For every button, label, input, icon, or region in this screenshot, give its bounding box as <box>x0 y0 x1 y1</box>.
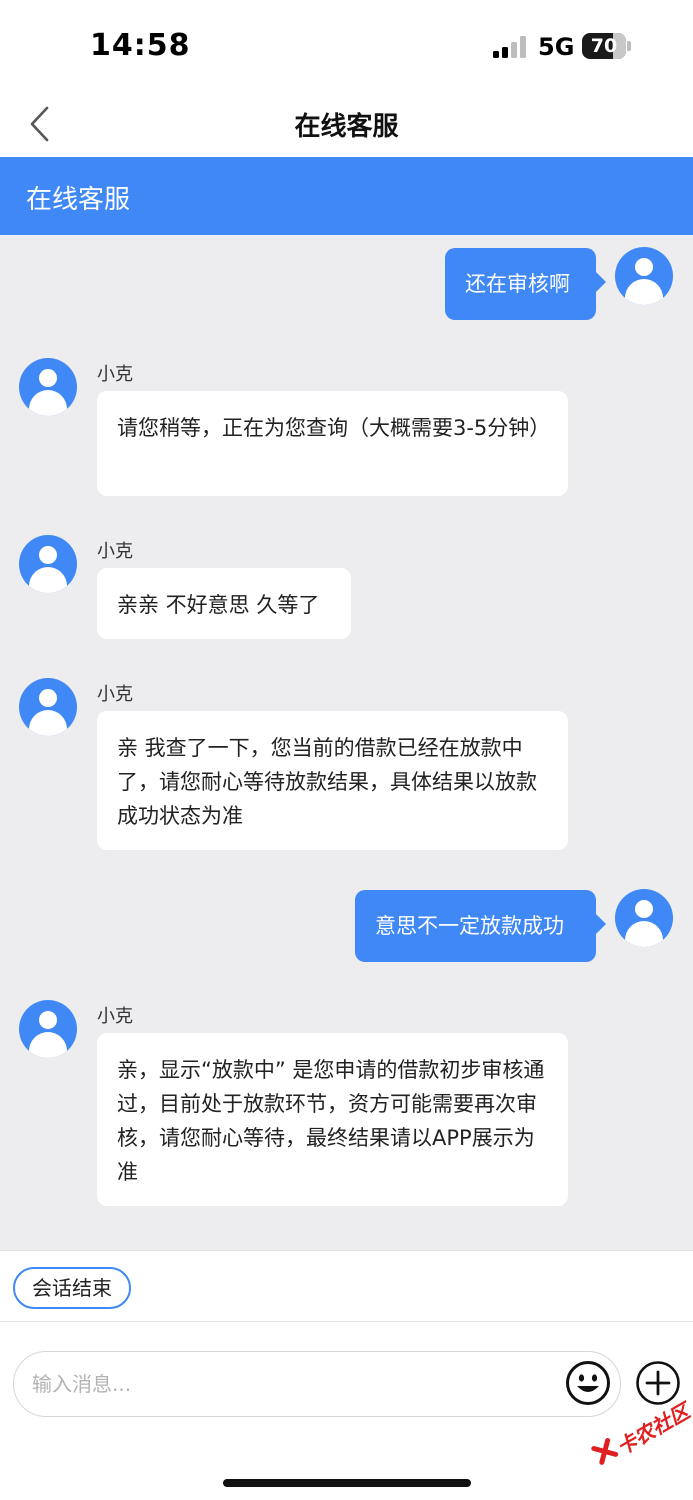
nav-bar: 在线客服 <box>0 92 693 157</box>
sender-name: 小克 <box>97 684 133 705</box>
sender-name: 小克 <box>97 541 133 562</box>
outgoing-message: 意思不一定放款成功 <box>355 890 606 962</box>
agent-avatar <box>19 1000 77 1058</box>
battery-cap <box>627 41 631 51</box>
chat-area: 还在审核啊 小克 请您稍等，正在为您查询（大概需要3-5分钟） 小克 亲亲 不好… <box>0 235 693 1250</box>
chat-header: 在线客服 <box>0 157 693 235</box>
outgoing-message: 还在审核啊 <box>445 248 606 320</box>
emoji-icon[interactable] <box>565 1360 611 1406</box>
user-avatar <box>615 247 673 305</box>
battery-percent: 70 <box>590 35 618 57</box>
message-text: 请您稍等，正在为您查询（大概需要3-5分钟） <box>117 416 551 440</box>
agent-avatar <box>19 535 77 593</box>
user-avatar <box>615 889 673 947</box>
message-input[interactable] <box>13 1351 621 1417</box>
agent-avatar <box>19 678 77 736</box>
message-text: 亲 我查了一下，您当前的借款已经在放款中了，请您耐心等待放款结果，具体结果以放款… <box>117 736 537 828</box>
cellular-signal-icon <box>493 36 526 58</box>
message-text: 意思不一定放款成功 <box>375 914 564 938</box>
incoming-message: 亲亲 不好意思 久等了 <box>97 568 351 639</box>
chat-header-title: 在线客服 <box>26 185 131 215</box>
message-text: 亲亲 不好意思 久等了 <box>117 593 320 617</box>
sender-name: 小克 <box>97 364 133 385</box>
incoming-message: 亲，显示“放款中” 是您申请的借款初步审核通过，目前处于放款环节，资方可能需要再… <box>97 1033 568 1206</box>
sender-name: 小克 <box>97 1006 133 1027</box>
incoming-message: 亲 我查了一下，您当前的借款已经在放款中了，请您耐心等待放款结果，具体结果以放款… <box>97 711 568 850</box>
quick-action-bar: 会话结束 <box>0 1250 693 1322</box>
end-session-button[interactable]: 会话结束 <box>13 1267 131 1309</box>
agent-avatar <box>19 358 77 416</box>
network-type: 5G <box>538 33 575 61</box>
status-time: 14:58 <box>90 28 191 63</box>
input-bar <box>0 1322 693 1500</box>
status-bar: 14:58 5G 70 <box>0 0 693 92</box>
battery-icon: 70 <box>582 33 626 59</box>
message-text: 亲，显示“放款中” 是您申请的借款初步审核通过，目前处于放款环节，资方可能需要再… <box>117 1058 545 1184</box>
home-indicator <box>223 1479 471 1487</box>
page-title: 在线客服 <box>294 112 399 142</box>
message-text: 还在审核啊 <box>465 272 570 296</box>
incoming-message: 请您稍等，正在为您查询（大概需要3-5分钟） <box>97 391 568 496</box>
